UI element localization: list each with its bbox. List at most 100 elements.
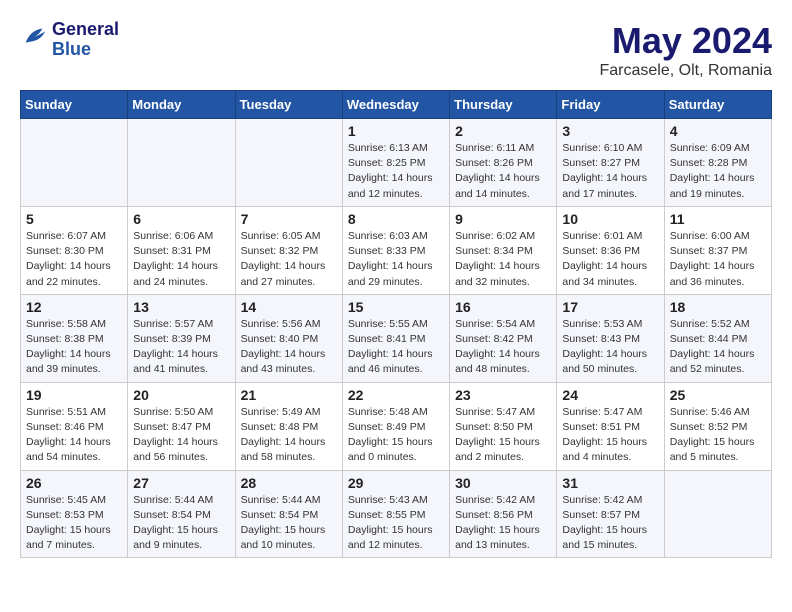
calendar-cell: 13 Sunrise: 5:57 AM Sunset: 8:39 PM Dayli…	[128, 294, 235, 382]
location-subtitle: Farcasele, Olt, Romania	[599, 62, 772, 80]
day-number: 12	[26, 299, 122, 315]
calendar-cell: 3 Sunrise: 6:10 AM Sunset: 8:27 PM Daylig…	[557, 119, 664, 207]
calendar-week-row: 1Sunrise: 6:13 AM Sunset: 8:25 PM Daylig…	[21, 119, 772, 207]
day-number: 9	[455, 211, 551, 227]
day-number: 23	[455, 387, 551, 403]
logo-icon	[20, 23, 48, 56]
day-number: 1	[348, 123, 444, 139]
day-info: Sunrise: 5:52 AM Sunset: 8:44 PM Dayligh…	[670, 317, 766, 378]
day-info: Sunrise: 5:44 AM Sunset: 8:54 PM Dayligh…	[133, 493, 229, 554]
day-number: 22	[348, 387, 444, 403]
calendar-week-row: 26Sunrise: 5:45 AM Sunset: 8:53 PM Dayli…	[21, 470, 772, 558]
day-number: 11	[670, 211, 766, 227]
day-info: Sunrise: 5:48 AM Sunset: 8:49 PM Dayligh…	[348, 405, 444, 466]
day-number: 19	[26, 387, 122, 403]
day-info: Sunrise: 6:05 AM Sunset: 8:32 PM Dayligh…	[241, 229, 337, 290]
calendar-cell: 18Sunrise: 5:52 AM Sunset: 8:44 PM Dayli…	[664, 294, 771, 382]
day-number: 15	[348, 299, 444, 315]
day-number: 21	[241, 387, 337, 403]
calendar-cell: 30Sunrise: 5:42 AM Sunset: 8:56 PM Dayli…	[450, 470, 557, 558]
day-number: 7	[241, 211, 337, 227]
day-of-week-header: Sunday	[21, 91, 128, 119]
calendar-week-row: 5Sunrise: 6:07 AM Sunset: 8:30 PM Daylig…	[21, 206, 772, 294]
calendar-table: SundayMondayTuesdayWednesdayThursdayFrid…	[20, 90, 772, 558]
calendar-cell: 15Sunrise: 5:55 AM Sunset: 8:41 PM Dayli…	[342, 294, 449, 382]
day-info: Sunrise: 6:11 AM Sunset: 8:26 PM Dayligh…	[455, 141, 551, 202]
title-block: May 2024 Farcasele, Olt, Romania	[599, 20, 772, 80]
day-info: Sunrise: 5:53 AM Sunset: 8:43 PM Dayligh…	[562, 317, 658, 378]
day-info: Sunrise: 5:43 AM Sunset: 8:55 PM Dayligh…	[348, 493, 444, 554]
calendar-cell	[664, 470, 771, 558]
calendar-cell: 22 Sunrise: 5:48 AM Sunset: 8:49 PM Dayli…	[342, 382, 449, 470]
calendar-cell: 31Sunrise: 5:42 AM Sunset: 8:57 PM Dayli…	[557, 470, 664, 558]
calendar-cell: 4 Sunrise: 6:09 AM Sunset: 8:28 PM Daylig…	[664, 119, 771, 207]
day-number: 3	[562, 123, 658, 139]
day-number: 30	[455, 475, 551, 491]
day-number: 20	[133, 387, 229, 403]
day-number: 24	[562, 387, 658, 403]
calendar-cell: 28 Sunrise: 5:44 AM Sunset: 8:54 PM Dayli…	[235, 470, 342, 558]
calendar-cell	[235, 119, 342, 207]
day-info: Sunrise: 5:50 AM Sunset: 8:47 PM Dayligh…	[133, 405, 229, 466]
day-of-week-header: Wednesday	[342, 91, 449, 119]
calendar-cell: 21 Sunrise: 5:49 AM Sunset: 8:48 PM Dayli…	[235, 382, 342, 470]
calendar-week-row: 19Sunrise: 5:51 AM Sunset: 8:46 PM Dayli…	[21, 382, 772, 470]
day-info: Sunrise: 6:02 AM Sunset: 8:34 PM Dayligh…	[455, 229, 551, 290]
day-number: 29	[348, 475, 444, 491]
day-info: Sunrise: 6:10 AM Sunset: 8:27 PM Dayligh…	[562, 141, 658, 202]
day-number: 13	[133, 299, 229, 315]
day-number: 27	[133, 475, 229, 491]
day-info: Sunrise: 5:58 AM Sunset: 8:38 PM Dayligh…	[26, 317, 122, 378]
calendar-week-row: 12 Sunrise: 5:58 AM Sunset: 8:38 PM Dayli…	[21, 294, 772, 382]
day-of-week-header: Saturday	[664, 91, 771, 119]
logo-text: General Blue	[52, 20, 119, 60]
day-number: 14	[241, 299, 337, 315]
day-number: 4	[670, 123, 766, 139]
day-info: Sunrise: 5:54 AM Sunset: 8:42 PM Dayligh…	[455, 317, 551, 378]
day-number: 5	[26, 211, 122, 227]
calendar-header-row: SundayMondayTuesdayWednesdayThursdayFrid…	[21, 91, 772, 119]
day-of-week-header: Thursday	[450, 91, 557, 119]
day-number: 28	[241, 475, 337, 491]
calendar-cell: 23 Sunrise: 5:47 AM Sunset: 8:50 PM Dayli…	[450, 382, 557, 470]
calendar-cell: 16 Sunrise: 5:54 AM Sunset: 8:42 PM Dayli…	[450, 294, 557, 382]
day-number: 8	[348, 211, 444, 227]
calendar-cell: 1Sunrise: 6:13 AM Sunset: 8:25 PM Daylig…	[342, 119, 449, 207]
day-of-week-header: Friday	[557, 91, 664, 119]
day-number: 25	[670, 387, 766, 403]
day-number: 26	[26, 475, 122, 491]
day-info: Sunrise: 6:01 AM Sunset: 8:36 PM Dayligh…	[562, 229, 658, 290]
day-of-week-header: Monday	[128, 91, 235, 119]
day-number: 10	[562, 211, 658, 227]
page-header: General Blue May 2024 Farcasele, Olt, Ro…	[20, 20, 772, 80]
day-info: Sunrise: 5:49 AM Sunset: 8:48 PM Dayligh…	[241, 405, 337, 466]
day-info: Sunrise: 6:09 AM Sunset: 8:28 PM Dayligh…	[670, 141, 766, 202]
day-info: Sunrise: 5:57 AM Sunset: 8:39 PM Dayligh…	[133, 317, 229, 378]
calendar-cell: 17 Sunrise: 5:53 AM Sunset: 8:43 PM Dayli…	[557, 294, 664, 382]
calendar-cell: 8Sunrise: 6:03 AM Sunset: 8:33 PM Daylig…	[342, 206, 449, 294]
calendar-cell: 5Sunrise: 6:07 AM Sunset: 8:30 PM Daylig…	[21, 206, 128, 294]
day-number: 16	[455, 299, 551, 315]
day-number: 2	[455, 123, 551, 139]
day-info: Sunrise: 5:47 AM Sunset: 8:50 PM Dayligh…	[455, 405, 551, 466]
day-number: 17	[562, 299, 658, 315]
calendar-cell: 24 Sunrise: 5:47 AM Sunset: 8:51 PM Dayli…	[557, 382, 664, 470]
day-info: Sunrise: 5:44 AM Sunset: 8:54 PM Dayligh…	[241, 493, 337, 554]
month-year-title: May 2024	[599, 20, 772, 62]
calendar-cell: 26Sunrise: 5:45 AM Sunset: 8:53 PM Dayli…	[21, 470, 128, 558]
calendar-cell: 9 Sunrise: 6:02 AM Sunset: 8:34 PM Daylig…	[450, 206, 557, 294]
logo: General Blue	[20, 20, 119, 60]
day-of-week-header: Tuesday	[235, 91, 342, 119]
calendar-cell: 10 Sunrise: 6:01 AM Sunset: 8:36 PM Dayli…	[557, 206, 664, 294]
calendar-cell	[128, 119, 235, 207]
calendar-cell: 20 Sunrise: 5:50 AM Sunset: 8:47 PM Dayli…	[128, 382, 235, 470]
calendar-cell: 14 Sunrise: 5:56 AM Sunset: 8:40 PM Dayli…	[235, 294, 342, 382]
calendar-cell: 19Sunrise: 5:51 AM Sunset: 8:46 PM Dayli…	[21, 382, 128, 470]
day-info: Sunrise: 6:00 AM Sunset: 8:37 PM Dayligh…	[670, 229, 766, 290]
calendar-cell: 27 Sunrise: 5:44 AM Sunset: 8:54 PM Dayli…	[128, 470, 235, 558]
day-number: 6	[133, 211, 229, 227]
calendar-cell	[21, 119, 128, 207]
calendar-cell: 7 Sunrise: 6:05 AM Sunset: 8:32 PM Daylig…	[235, 206, 342, 294]
day-info: Sunrise: 5:56 AM Sunset: 8:40 PM Dayligh…	[241, 317, 337, 378]
day-info: Sunrise: 5:47 AM Sunset: 8:51 PM Dayligh…	[562, 405, 658, 466]
